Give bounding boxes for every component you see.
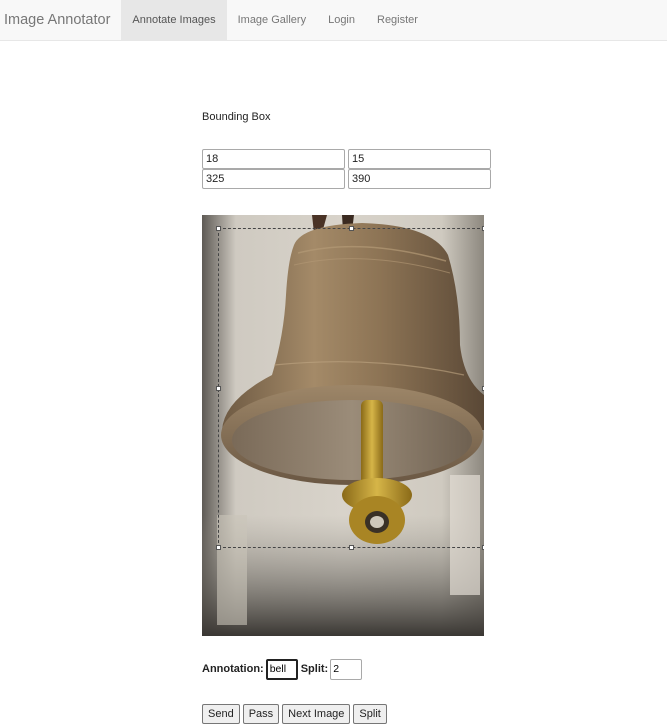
resize-handle-sw[interactable] — [216, 545, 221, 550]
nav-register[interactable]: Register — [366, 0, 429, 40]
split-label: Split: — [300, 663, 329, 675]
resize-handle-ne[interactable] — [482, 226, 484, 231]
bbox-x1-input[interactable] — [202, 149, 345, 169]
resize-handle-w[interactable] — [216, 386, 221, 391]
bbox-x2-input[interactable] — [202, 169, 345, 189]
resize-handle-e[interactable] — [482, 386, 484, 391]
next-image-button[interactable]: Next Image — [282, 704, 351, 724]
resize-handle-n[interactable] — [349, 226, 354, 231]
annotation-input[interactable] — [265, 658, 298, 680]
annotation-label: Annotation: — [202, 663, 264, 675]
nav-login[interactable]: Login — [317, 0, 366, 40]
brand-link[interactable]: Image Annotator — [0, 0, 121, 40]
split-input[interactable] — [330, 658, 363, 680]
navbar: Image Annotator Annotate Images Image Ga… — [0, 0, 667, 41]
annotation-row: Annotation: Split: — [202, 658, 363, 680]
nav-image-gallery[interactable]: Image Gallery — [227, 0, 317, 40]
resize-handle-s[interactable] — [349, 545, 354, 550]
split-button[interactable]: Split — [353, 704, 387, 724]
bbox-y1-input[interactable] — [348, 149, 491, 169]
bounding-box-selection[interactable] — [216, 226, 484, 550]
annotation-image[interactable] — [202, 215, 484, 636]
send-button[interactable]: Send — [202, 704, 240, 724]
action-buttons: Send Pass Next Image Split — [202, 704, 387, 724]
pass-button[interactable]: Pass — [242, 704, 280, 724]
resize-handle-se[interactable] — [482, 545, 484, 550]
resize-handle-nw[interactable] — [216, 226, 221, 231]
bounding-box-label: Bounding Box — [202, 111, 271, 123]
nav-annotate-images[interactable]: Annotate Images — [121, 0, 227, 40]
bbox-y2-input[interactable] — [348, 169, 491, 189]
